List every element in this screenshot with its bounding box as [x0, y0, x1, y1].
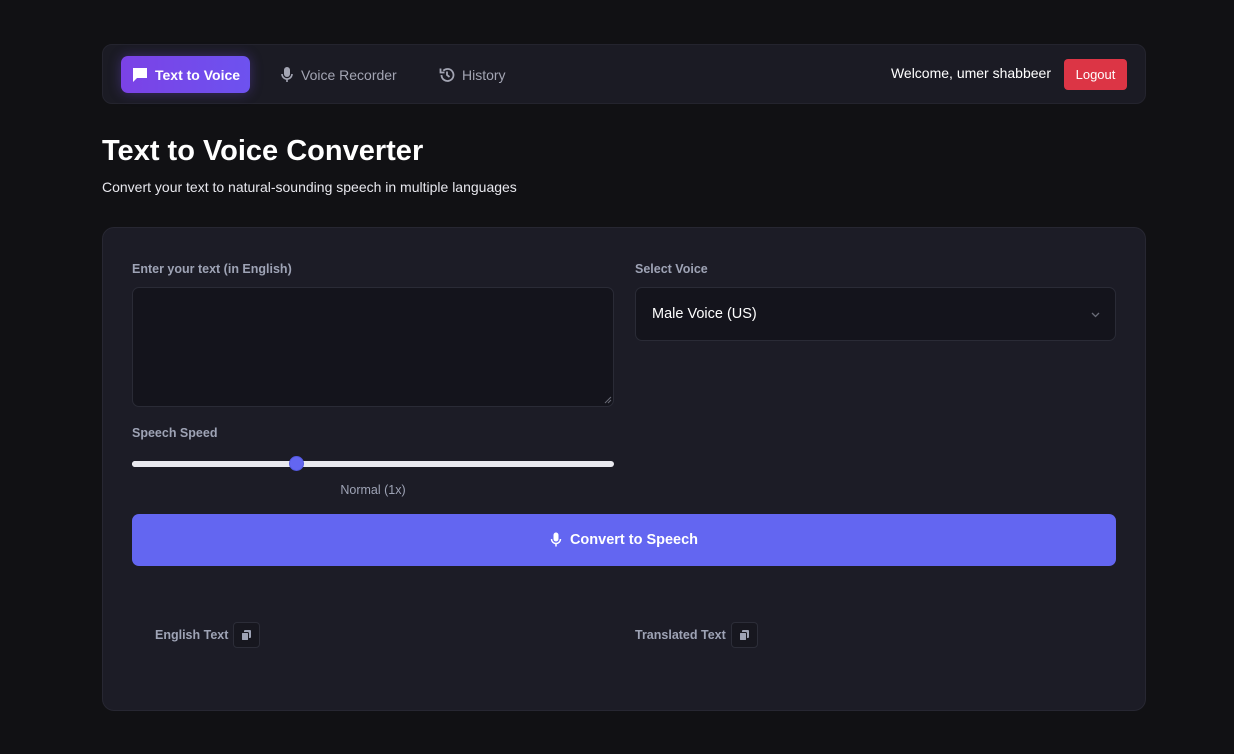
tab-history-label: History — [462, 66, 506, 83]
resize-grip-icon[interactable] — [604, 396, 612, 404]
speed-readout: Normal (1x) — [340, 483, 406, 497]
text-input-label: Enter your text (in English) — [132, 262, 292, 276]
speed-slider-fill — [132, 461, 296, 467]
microphone-icon — [550, 532, 562, 547]
copy-icon — [738, 629, 749, 641]
page-title: Text to Voice Converter — [102, 135, 424, 167]
speed-slider-track[interactable] — [132, 461, 614, 467]
translated-text-output: Translated Text — [635, 622, 758, 648]
page-subtitle: Convert your text to natural-sounding sp… — [102, 179, 517, 195]
voice-select-label: Select Voice — [635, 262, 708, 276]
copy-translated-button[interactable] — [730, 622, 758, 648]
converter-card: Enter your text (in English) Select Voic… — [102, 227, 1146, 711]
convert-to-speech-button[interactable]: Convert to Speech — [132, 514, 1116, 566]
english-text-output: English Text — [155, 622, 261, 648]
tab-voice-recorder-label: Voice Recorder — [301, 66, 397, 83]
history-icon — [438, 66, 456, 84]
speed-slider-thumb[interactable] — [288, 456, 304, 471]
voice-selected-value: Male Voice (US) — [652, 306, 757, 322]
chevron-down-icon — [1091, 312, 1100, 318]
welcome-message: Welcome, umer shabbeer — [890, 65, 1051, 81]
tab-text-to-voice-label: Text to Voice — [155, 66, 241, 83]
text-input[interactable] — [132, 287, 614, 407]
copy-english-button[interactable] — [233, 622, 261, 648]
speed-label: Speech Speed — [132, 426, 218, 440]
convert-button-label: Convert to Speech — [569, 532, 699, 548]
chat-bubble-icon — [131, 66, 149, 84]
tab-voice-recorder[interactable]: Voice Recorder — [269, 56, 407, 93]
tab-history[interactable]: History — [428, 56, 516, 93]
microphone-icon — [279, 66, 295, 84]
copy-icon — [241, 629, 252, 641]
translated-text-label: Translated Text — [635, 628, 726, 642]
english-text-label: English Text — [155, 628, 229, 642]
top-navbar: Text to Voice Voice Recorder History Wel… — [102, 44, 1146, 104]
tab-text-to-voice[interactable]: Text to Voice — [121, 56, 251, 93]
logout-button[interactable]: Logout — [1064, 59, 1127, 90]
voice-select[interactable]: Male Voice (US) — [635, 287, 1116, 341]
